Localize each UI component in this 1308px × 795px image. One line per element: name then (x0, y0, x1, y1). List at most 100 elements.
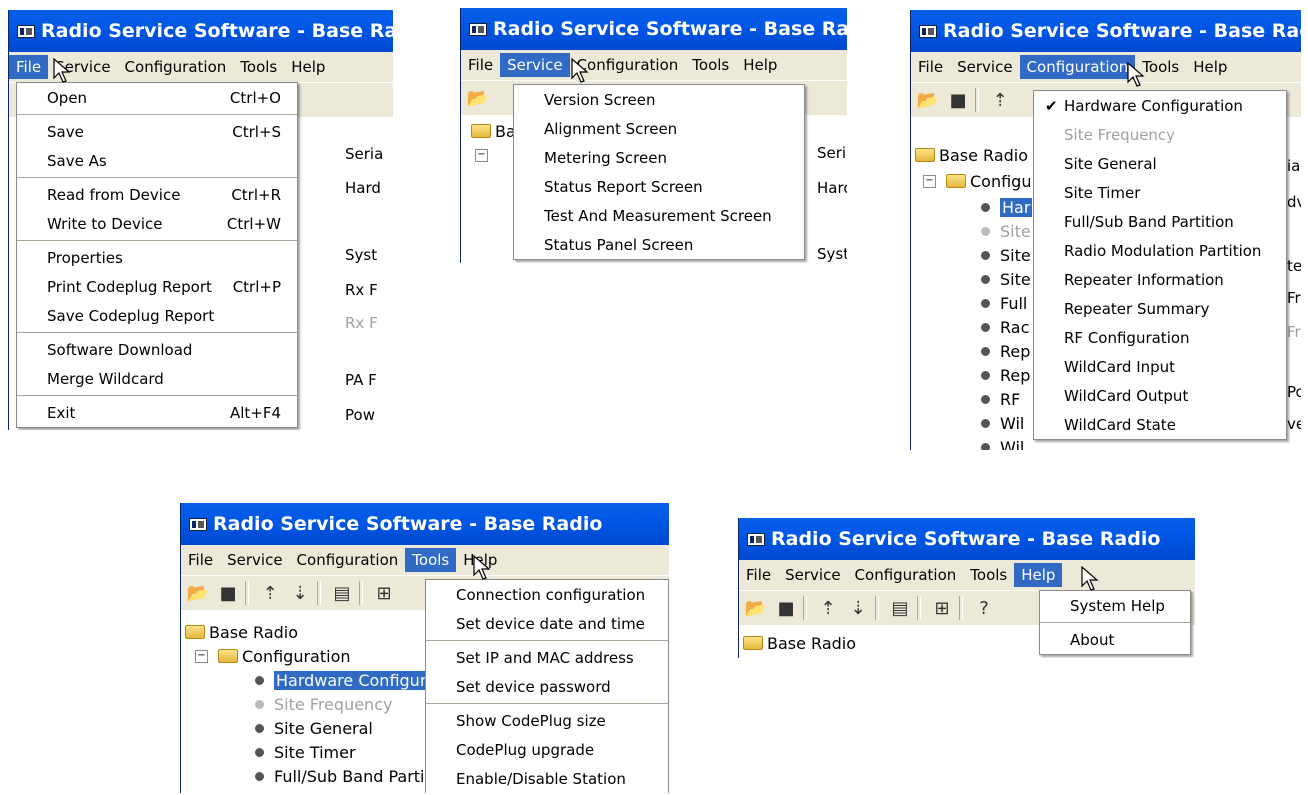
menu-item-connection-configuration[interactable]: Connection configuration (426, 580, 668, 609)
menu-file[interactable]: File (181, 548, 220, 572)
properties-icon[interactable]: ▤ (329, 580, 355, 606)
network-icon[interactable]: ⊞ (371, 580, 397, 606)
help-pointer-icon[interactable]: ? (971, 595, 997, 621)
menu-item-radio-modulation-partition[interactable]: Radio Modulation Partition (1034, 236, 1286, 265)
tree-root[interactable]: Base Radio (743, 631, 856, 655)
open-folder-icon[interactable]: 📂 (465, 85, 491, 111)
write-device-icon[interactable]: ⇣ (287, 580, 313, 606)
menu-item-repeater-summary[interactable]: Repeater Summary (1034, 294, 1286, 323)
tree-node-configuration[interactable]: − Configuration (195, 644, 351, 668)
menu-tools[interactable]: Tools (685, 53, 736, 77)
menu-item-save-as[interactable]: Save As (17, 146, 297, 175)
menu-service[interactable]: Service (950, 55, 1019, 79)
menu-item-read-from-device[interactable]: Read from Device Ctrl+R (17, 180, 297, 209)
open-folder-icon[interactable]: 📂 (915, 87, 941, 113)
properties-icon[interactable]: ▤ (887, 595, 913, 621)
open-folder-icon[interactable]: 📂 (743, 595, 769, 621)
menu-file[interactable]: File (739, 563, 778, 587)
menu-item-full-sub-band-partition[interactable]: Full/Sub Band Partition (1034, 207, 1286, 236)
menu-configuration[interactable]: Configuration (290, 548, 406, 572)
menu-item-set-device-date-and-time[interactable]: Set device date and time (426, 609, 668, 638)
menu-item-rf-configuration[interactable]: RF Configuration (1034, 323, 1286, 352)
collapse-icon[interactable]: − (475, 148, 488, 162)
menu-item-site-timer[interactable]: Site Timer (1034, 178, 1286, 207)
menu-item-codeplug-upgrade[interactable]: CodePlug upgrade (426, 735, 668, 764)
tree-root[interactable]: Ba (471, 119, 516, 143)
menu-configuration[interactable]: Configuration (848, 563, 964, 587)
menu-item-about[interactable]: About (1040, 625, 1190, 654)
network-icon[interactable]: ⊞ (929, 595, 955, 621)
save-icon[interactable]: ■ (215, 580, 241, 606)
tree-item[interactable]: Rac (981, 315, 1029, 339)
menu-configuration[interactable]: Configuration (1019, 55, 1136, 79)
tree-item[interactable]: Site (981, 243, 1031, 267)
collapse-icon[interactable]: − (195, 649, 208, 663)
menu-item-show-codeplug-size[interactable]: Show CodePlug size (426, 706, 668, 735)
tree-item[interactable]: Rep (981, 339, 1030, 363)
tree-node-configuration[interactable]: − Configu (923, 169, 1031, 193)
menu-file[interactable]: File (461, 53, 500, 77)
tree-item[interactable]: RF (981, 387, 1020, 411)
menu-item-alignment-screen[interactable]: Alignment Screen (514, 114, 804, 143)
menu-help[interactable]: Help (736, 53, 784, 77)
menu-item-system-help[interactable]: System Help (1040, 591, 1190, 620)
menu-item-metering-screen[interactable]: Metering Screen (514, 143, 804, 172)
menu-item-save-codeplug-report[interactable]: Save Codeplug Report (17, 301, 297, 330)
menu-item-status-report-screen[interactable]: Status Report Screen (514, 172, 804, 201)
tree-item[interactable]: Wil (981, 435, 1024, 450)
tree-item[interactable]: Site (981, 219, 1031, 243)
menu-item-write-to-device[interactable]: Write to Device Ctrl+W (17, 209, 297, 238)
tree-item[interactable]: Rep (981, 363, 1030, 387)
menu-item-status-panel-screen[interactable]: Status Panel Screen (514, 230, 804, 259)
menu-item-site-general[interactable]: Site General (1034, 149, 1286, 178)
menu-item-wildcard-input[interactable]: WildCard Input (1034, 352, 1286, 381)
menu-item-print-codeplug-report[interactable]: Print Codeplug Report Ctrl+P (17, 272, 297, 301)
menu-item-set-device-password[interactable]: Set device password (426, 672, 668, 701)
menu-item-software-download[interactable]: Software Download (17, 335, 297, 364)
tree-item[interactable]: Full (981, 291, 1027, 315)
collapse-icon[interactable]: − (923, 174, 936, 188)
tree-item[interactable]: Site Frequency (255, 692, 392, 716)
menu-help[interactable]: Help (1186, 55, 1234, 79)
menu-item-save[interactable]: Save Ctrl+S (17, 117, 297, 146)
menu-tools[interactable]: Tools (405, 548, 457, 572)
read-device-icon[interactable]: ⇡ (257, 580, 283, 606)
menu-file[interactable]: File (9, 55, 49, 79)
menu-tools[interactable]: Tools (963, 563, 1014, 587)
tree-item[interactable]: Wil (981, 411, 1024, 435)
write-device-icon[interactable]: ⇣ (845, 595, 871, 621)
menu-service[interactable]: Service (500, 53, 570, 77)
tree-item[interactable]: Hardware Configur (255, 668, 429, 692)
menu-item-wildcard-output[interactable]: WildCard Output (1034, 381, 1286, 410)
tree-root[interactable]: Base Radio (915, 143, 1028, 167)
menu-item-properties[interactable]: Properties (17, 243, 297, 272)
menu-item-hardware-configuration[interactable]: ✔ Hardware Configuration (1034, 91, 1286, 120)
menu-configuration[interactable]: Configuration (118, 55, 234, 79)
read-device-icon[interactable]: ⇡ (987, 87, 1013, 113)
tree-item[interactable]: Full/Sub Band Partit (255, 764, 431, 788)
menu-item-repeater-information[interactable]: Repeater Information (1034, 265, 1286, 294)
menu-service[interactable]: Service (778, 563, 847, 587)
menu-item-open[interactable]: Open Ctrl+O (17, 83, 297, 112)
menu-item-wildcard-state[interactable]: WildCard State (1034, 410, 1286, 439)
save-icon[interactable]: ■ (945, 87, 971, 113)
menu-help[interactable]: Help (284, 55, 332, 79)
menu-item-exit[interactable]: Exit Alt+F4 (17, 398, 297, 427)
menu-file[interactable]: File (911, 55, 950, 79)
menu-tools[interactable]: Tools (233, 55, 284, 79)
tree-root[interactable]: Base Radio (185, 620, 298, 644)
menu-item-version-screen[interactable]: Version Screen (514, 85, 804, 114)
save-icon[interactable]: ■ (773, 595, 799, 621)
menu-item-test-and-measurement-screen[interactable]: Test And Measurement Screen (514, 201, 804, 230)
tree-expander[interactable]: − (475, 143, 498, 167)
menu-item-set-ip-and-mac-address[interactable]: Set IP and MAC address (426, 643, 668, 672)
tree-item[interactable]: Site (981, 267, 1031, 291)
menu-service[interactable]: Service (220, 548, 289, 572)
menu-help[interactable]: Help (1014, 563, 1063, 587)
tree-item[interactable]: Site Timer (255, 740, 356, 764)
tree-item[interactable]: Har (981, 195, 1033, 219)
tree-item[interactable]: Site General (255, 716, 373, 740)
read-device-icon[interactable]: ⇡ (815, 595, 841, 621)
menu-item-merge-wildcard[interactable]: Merge Wildcard (17, 364, 297, 393)
open-folder-icon[interactable]: 📂 (185, 580, 211, 606)
